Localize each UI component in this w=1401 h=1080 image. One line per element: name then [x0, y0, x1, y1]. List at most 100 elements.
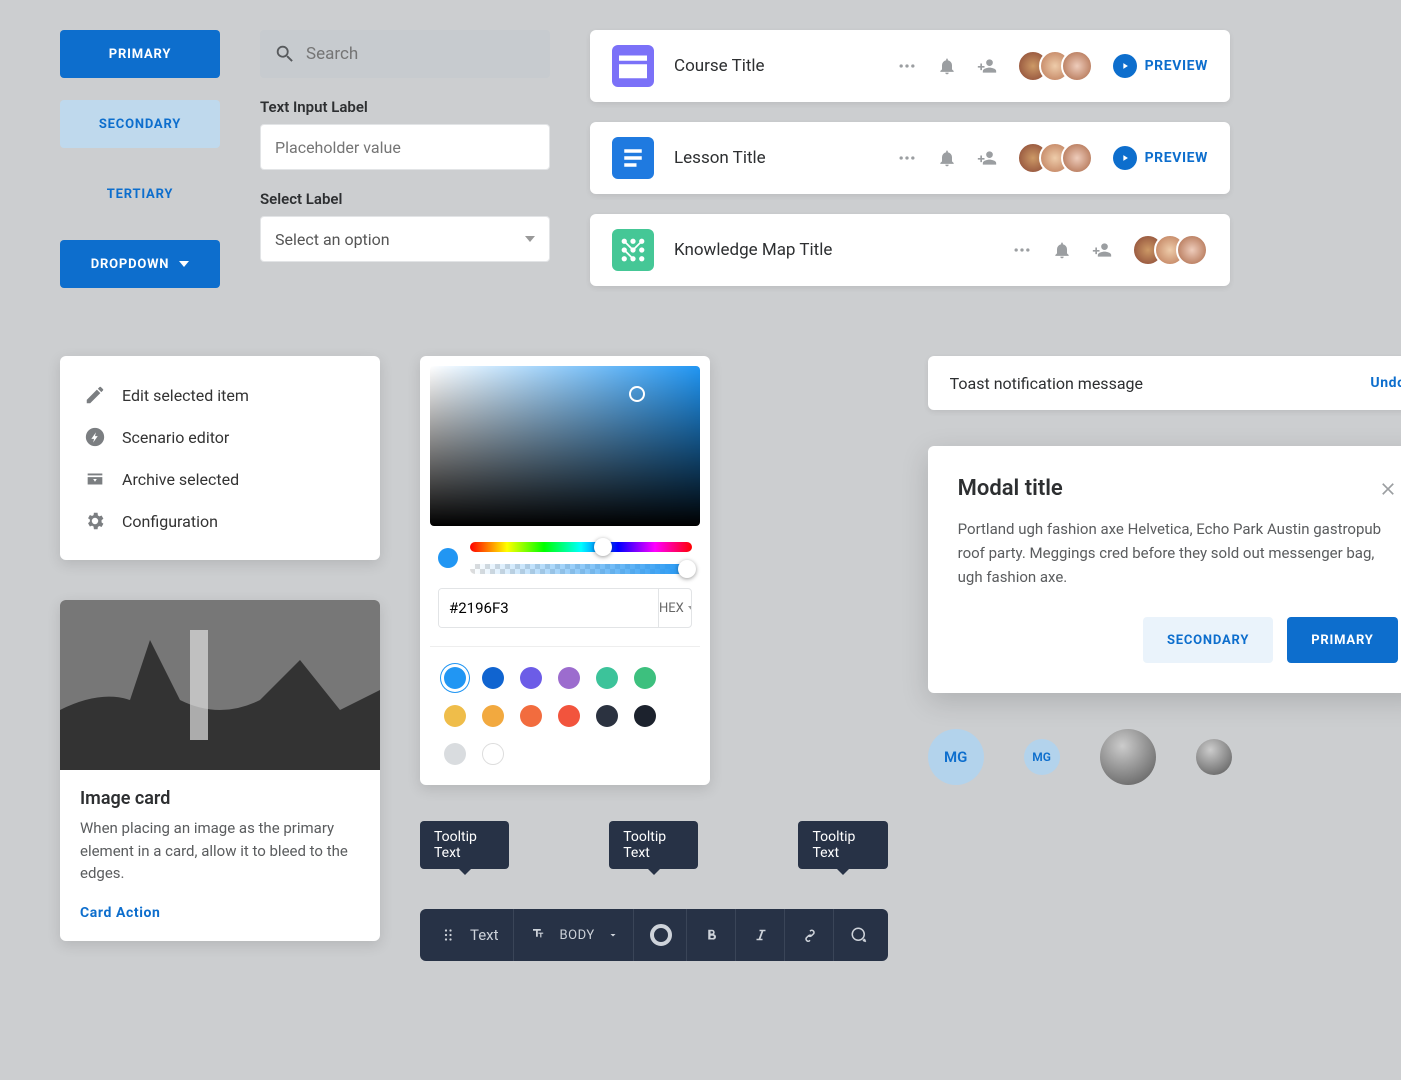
list-item-title: Course Title: [674, 56, 877, 76]
italic-icon: [752, 926, 770, 944]
card-title: Image card: [80, 788, 360, 809]
card-body: When placing an image as the primary ele…: [80, 817, 360, 885]
text-input-label: Text Input Label: [260, 98, 550, 116]
bell-icon[interactable]: [1052, 240, 1072, 260]
select-input[interactable]: Select an option: [260, 216, 550, 262]
more-icon[interactable]: [897, 148, 917, 168]
menu-archive[interactable]: Archive selected: [60, 458, 380, 500]
toast-message: Toast notification message: [950, 374, 1143, 393]
color-swatch[interactable]: [444, 743, 466, 765]
card-action[interactable]: Card Action: [80, 905, 360, 921]
color-swatch[interactable]: [520, 667, 542, 689]
color-swatch[interactable]: [634, 667, 656, 689]
bold-icon: [703, 926, 721, 944]
dropdown-button[interactable]: Dropdown: [60, 240, 220, 288]
more-icon[interactable]: [1012, 240, 1032, 260]
search-field[interactable]: [306, 44, 536, 64]
list-item-icon: [612, 229, 654, 271]
color-picker: HEX: [420, 356, 710, 785]
hex-input[interactable]: [439, 589, 658, 627]
toast-undo[interactable]: Undo: [1370, 375, 1401, 391]
archive-icon: [84, 468, 106, 490]
context-menu: Edit selected item Scenario editor Archi…: [60, 356, 380, 560]
color-swatch[interactable]: [482, 743, 504, 765]
color-swatch[interactable]: [596, 705, 618, 727]
drag-handle[interactable]: Text: [426, 909, 514, 961]
format-select[interactable]: HEX: [658, 589, 692, 627]
modal-primary-button[interactable]: Primary: [1287, 617, 1397, 663]
avatar-photo-large: [1100, 729, 1156, 785]
pencil-icon: [84, 384, 106, 406]
list-card[interactable]: Lesson Title PREVIEW: [590, 122, 1230, 194]
select-label: Select Label: [260, 190, 550, 208]
add-user-icon[interactable]: [977, 56, 997, 76]
preview-button[interactable]: PREVIEW: [1113, 146, 1208, 170]
color-swatch[interactable]: [444, 667, 466, 689]
list-item-title: Lesson Title: [674, 148, 877, 168]
avatar-stack: [1017, 50, 1093, 82]
color-swatch[interactable]: [482, 705, 504, 727]
preview-button[interactable]: PREVIEW: [1113, 54, 1208, 78]
text-input[interactable]: [260, 124, 550, 170]
current-color-swatch: [438, 548, 458, 568]
color-button[interactable]: [636, 909, 687, 961]
color-area[interactable]: [430, 366, 700, 526]
more-icon[interactable]: [897, 56, 917, 76]
editor-toolbar: Text Body: [420, 909, 888, 961]
add-user-icon[interactable]: [977, 148, 997, 168]
color-swatch[interactable]: [558, 705, 580, 727]
list-card[interactable]: Course Title PREVIEW: [590, 30, 1230, 102]
modal-secondary-button[interactable]: Secondary: [1143, 617, 1273, 663]
color-swatch[interactable]: [520, 705, 542, 727]
bolt-icon: [84, 426, 106, 448]
menu-config[interactable]: Configuration: [60, 500, 380, 542]
tooltip: Tooltip Text: [798, 821, 887, 869]
search-icon: [274, 43, 296, 65]
avatar-stack: [1132, 234, 1208, 266]
color-swatch[interactable]: [634, 705, 656, 727]
color-swatch[interactable]: [596, 667, 618, 689]
gear-icon: [84, 510, 106, 532]
secondary-button[interactable]: Secondary: [60, 100, 220, 148]
image-card: Image card When placing an image as the …: [60, 600, 380, 941]
add-user-icon[interactable]: [1092, 240, 1112, 260]
text-size-icon: [530, 926, 548, 944]
bell-icon[interactable]: [937, 148, 957, 168]
italic-button[interactable]: [738, 909, 785, 961]
toast-notification: Toast notification message Undo: [928, 356, 1401, 410]
alpha-slider[interactable]: [470, 564, 692, 574]
card-image: [60, 600, 380, 770]
avatar-examples: MG MG: [928, 729, 1401, 785]
menu-edit[interactable]: Edit selected item: [60, 374, 380, 416]
color-swatch[interactable]: [444, 705, 466, 727]
tooltip: Tooltip Text: [420, 821, 509, 869]
list-item-icon: [612, 137, 654, 179]
menu-scenario[interactable]: Scenario editor: [60, 416, 380, 458]
grip-icon: [440, 926, 458, 944]
avatar-initials-large: MG: [928, 729, 984, 785]
tertiary-button[interactable]: Tertiary: [60, 170, 220, 218]
primary-button[interactable]: Primary: [60, 30, 220, 78]
bell-icon[interactable]: [937, 56, 957, 76]
list-item-title: Knowledge Map Title: [674, 240, 992, 260]
chevron-down-icon: [607, 926, 619, 944]
color-swatch[interactable]: [558, 667, 580, 689]
close-icon[interactable]: [1378, 479, 1398, 499]
color-swatch[interactable]: [482, 667, 504, 689]
avatar-initials-small: MG: [1024, 739, 1060, 775]
tooltip: Tooltip Text: [609, 821, 698, 869]
search-input[interactable]: [260, 30, 550, 78]
list-item-icon: [612, 45, 654, 87]
avatar-photo-small: [1196, 739, 1232, 775]
avatar-stack: [1017, 142, 1093, 174]
link-icon: [801, 926, 819, 944]
type-style-select[interactable]: Body: [516, 909, 634, 961]
modal-dialog: Modal title Portland ugh fashion axe Hel…: [928, 446, 1401, 693]
add-circle-icon: [850, 926, 868, 944]
list-card[interactable]: Knowledge Map Title: [590, 214, 1230, 286]
hue-slider[interactable]: [470, 542, 692, 552]
modal-body: Portland ugh fashion axe Helvetica, Echo…: [958, 517, 1398, 589]
add-button[interactable]: [836, 909, 882, 961]
bold-button[interactable]: [689, 909, 736, 961]
link-button[interactable]: [787, 909, 834, 961]
